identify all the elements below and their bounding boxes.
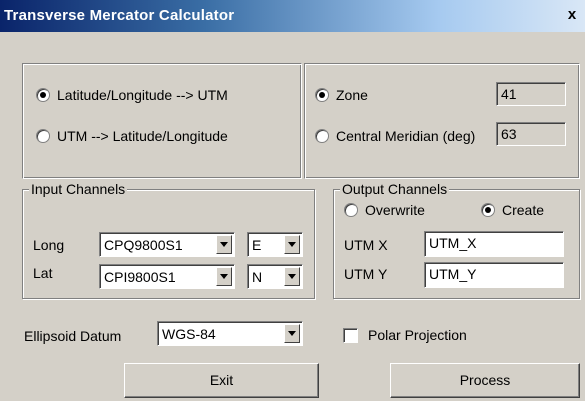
- lat-direction-select[interactable]: N: [247, 264, 303, 289]
- select-value: WGS-84: [162, 326, 216, 342]
- radio-indicator: [481, 203, 495, 217]
- checkbox-label: Polar Projection: [368, 327, 467, 343]
- conversion-mode-panel: Latitude/Longitude --> UTM UTM --> Latit…: [22, 63, 302, 179]
- utm-y-label: UTM Y: [344, 266, 388, 282]
- radio-label: Latitude/Longitude --> UTM: [57, 87, 228, 103]
- radio-indicator: [36, 129, 50, 143]
- radio-utm-to-latlong[interactable]: UTM --> Latitude/Longitude: [36, 128, 228, 144]
- select-value: E: [252, 237, 262, 253]
- zone-panel: Zone 41 Central Meridian (deg) 63: [304, 63, 580, 179]
- radio-indicator: [315, 129, 329, 143]
- lat-label: Lat: [33, 265, 53, 281]
- ellipsoid-datum-select[interactable]: WGS-84: [157, 321, 303, 346]
- chevron-down-icon[interactable]: [284, 267, 300, 286]
- radio-indicator: [36, 88, 50, 102]
- central-meridian-field[interactable]: 63: [496, 122, 566, 146]
- ellipsoid-datum-label: Ellipsoid Datum: [24, 328, 122, 344]
- radio-zone[interactable]: Zone: [315, 87, 368, 103]
- output-channels-legend: Output Channels: [340, 181, 450, 197]
- chevron-down-icon[interactable]: [216, 235, 232, 254]
- radio-central-meridian[interactable]: Central Meridian (deg): [315, 128, 475, 144]
- long-direction-select[interactable]: E: [247, 232, 303, 257]
- output-channels-group: Output Channels Overwrite Create UTM X U…: [333, 181, 580, 299]
- input-channels-group: Input Channels Long CPQ9800S1 E Lat CPI9…: [22, 181, 315, 299]
- polar-projection-checkbox[interactable]: Polar Projection: [343, 327, 467, 343]
- radio-indicator: [344, 203, 358, 217]
- chevron-down-icon[interactable]: [284, 324, 300, 343]
- chevron-down-icon[interactable]: [284, 235, 300, 254]
- select-value: CPQ9800S1: [104, 237, 183, 253]
- radio-label: Overwrite: [365, 202, 425, 218]
- window-title: Transverse Mercator Calculator: [4, 7, 235, 24]
- dialog-body: Latitude/Longitude --> UTM UTM --> Latit…: [0, 32, 585, 401]
- zone-value-field[interactable]: 41: [496, 82, 566, 106]
- utm-x-field[interactable]: UTM_X: [424, 231, 564, 257]
- radio-indicator: [315, 88, 329, 102]
- select-value: N: [252, 269, 263, 285]
- exit-button[interactable]: Exit: [124, 363, 319, 398]
- utm-x-label: UTM X: [344, 237, 388, 253]
- select-value: CPI9800S1: [104, 269, 176, 285]
- radio-label: Create: [502, 202, 545, 218]
- radio-label: UTM --> Latitude/Longitude: [57, 128, 228, 144]
- utm-y-field[interactable]: UTM_Y: [424, 262, 564, 288]
- radio-latlong-to-utm[interactable]: Latitude/Longitude --> UTM: [36, 87, 228, 103]
- checkbox-indicator: [343, 327, 358, 343]
- long-label: Long: [33, 237, 65, 253]
- long-channel-select[interactable]: CPQ9800S1: [99, 232, 235, 257]
- radio-create[interactable]: Create: [481, 202, 544, 218]
- radio-label: Central Meridian (deg): [336, 128, 476, 144]
- radio-overwrite[interactable]: Overwrite: [344, 202, 425, 218]
- radio-label: Zone: [336, 87, 368, 103]
- title-bar: Transverse Mercator Calculator x: [0, 0, 585, 32]
- chevron-down-icon[interactable]: [216, 267, 232, 286]
- input-channels-legend: Input Channels: [29, 181, 128, 197]
- lat-channel-select[interactable]: CPI9800S1: [99, 264, 235, 289]
- close-icon[interactable]: x: [565, 7, 579, 22]
- process-button[interactable]: Process: [390, 363, 580, 398]
